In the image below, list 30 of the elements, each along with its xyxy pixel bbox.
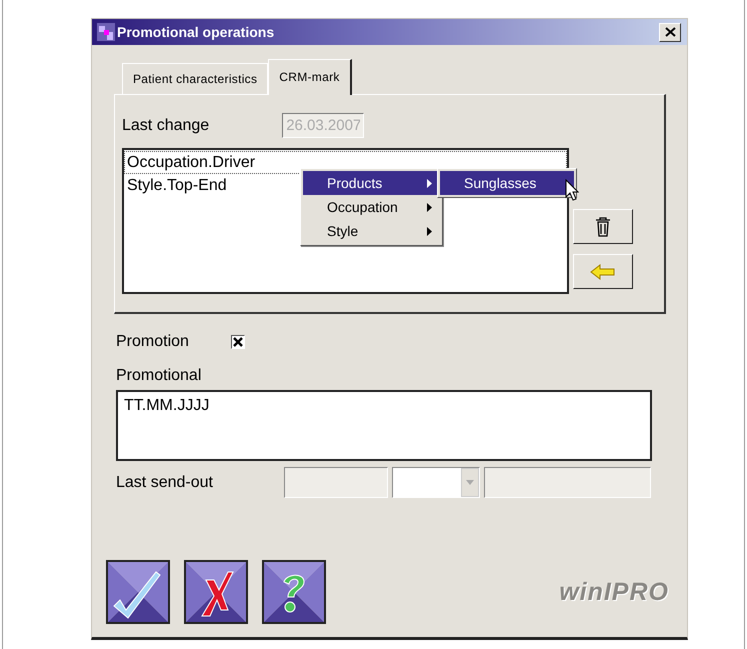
close-button[interactable]: [659, 22, 681, 42]
checkbox-label: Promotion: [116, 332, 189, 352]
checkbox[interactable]: [230, 335, 245, 349]
checkmark-icon: [108, 562, 168, 622]
cross-icon: [186, 562, 246, 622]
menu-item[interactable]: Occupation: [303, 195, 440, 219]
trash-icon: [595, 216, 611, 236]
app-icon: [96, 22, 116, 42]
tab[interactable]: CRM-mark: [268, 59, 352, 95]
menu-item[interactable]: Products: [303, 171, 440, 195]
logo-text: winIPRO: [559, 576, 669, 608]
ok-button[interactable]: [106, 560, 170, 624]
question-mark-icon: [264, 562, 324, 622]
menu-item[interactable]: Sunglasses: [440, 171, 574, 195]
arrow-left-icon: [590, 264, 616, 280]
menu-item[interactable]: Style: [303, 219, 440, 243]
window-title: Promotional operations: [117, 22, 274, 42]
input-field[interactable]: [284, 467, 388, 498]
field-label: Promotional: [116, 366, 202, 386]
text-area[interactable]: TT.MM.JJJJ: [116, 390, 652, 461]
close-icon: [664, 27, 676, 37]
delete-button[interactable]: [573, 209, 633, 244]
field-label: Last change: [122, 116, 210, 136]
dropdown[interactable]: [392, 467, 480, 498]
help-button[interactable]: [262, 560, 326, 624]
field-label: Last send-out: [116, 472, 214, 492]
tab[interactable]: Patient characteristics: [122, 63, 268, 94]
input-field[interactable]: [484, 467, 651, 498]
cancel-button[interactable]: [184, 560, 248, 624]
arrow-left-button[interactable]: [573, 254, 633, 289]
